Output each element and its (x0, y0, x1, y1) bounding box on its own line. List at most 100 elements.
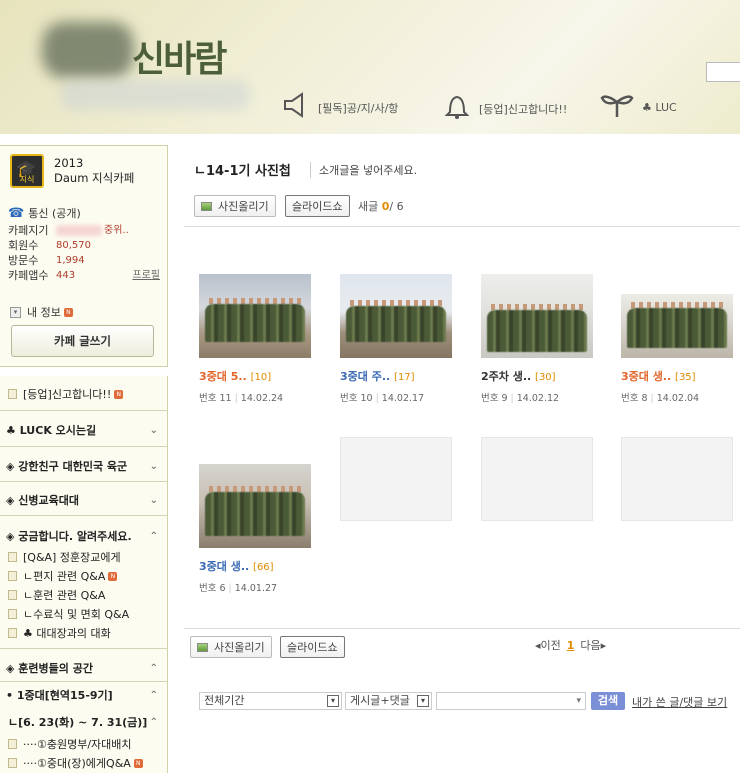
nav-luck-label: ♣ LUC (642, 101, 677, 114)
divider (0, 515, 168, 516)
sidebar-item-luck[interactable]: ♣ LUCK 오시는길 ⌄ (6, 422, 166, 438)
divider (0, 481, 168, 482)
divider (0, 648, 168, 649)
post-date: 14.01.27 (234, 583, 278, 594)
stat-key: 회원수 (8, 239, 39, 252)
phone-icon: ☎ (8, 206, 25, 221)
photo-title[interactable]: 3중대 생.. [35] (621, 368, 733, 384)
stat-value: 80,570 (56, 240, 91, 251)
post-number: 번호 11 (199, 393, 232, 404)
menu-label: ♣ LUCK 오시는길 (6, 424, 97, 437)
board-icon (8, 552, 17, 562)
new-total: / 6 (389, 200, 404, 213)
menu-label: ㄴ편지 관련 Q&A (23, 570, 106, 583)
period-select[interactable]: 전체기간 ▾ (199, 692, 342, 710)
stat-key: 카페앱수 (8, 269, 49, 282)
photo-title[interactable]: 3중대 주.. [17] (340, 368, 452, 384)
sidebar-item-ceremony-qa[interactable]: ㄴ수료식 및 면회 Q&A (8, 606, 176, 622)
dropdown-icon: ▾ (327, 695, 339, 707)
photo-thumbnail[interactable] (199, 464, 311, 548)
rank-label: 통신 (공개) (28, 207, 81, 220)
sidebar-item-company-qa[interactable]: ····①중대(장)에게Q&A N (8, 755, 176, 771)
menu-label: • 1중대[현역15-9기] (6, 689, 113, 702)
sidebar-item-training-battalion[interactable]: ◈ 신병교육대대 ⌄ (6, 492, 166, 508)
photo-card[interactable]: 3중대 주.. [17] 번호 10 | 14.02.17 (340, 274, 452, 404)
sidebar-item-register[interactable]: [등업]신고합니다!! N (8, 386, 176, 402)
menu-label: ㄴ수료식 및 면회 Q&A (23, 608, 130, 621)
photo-thumbnail[interactable] (199, 274, 311, 358)
board-icon (8, 389, 17, 399)
nav-luck[interactable]: ♣ LUC (600, 92, 677, 123)
slideshow-button[interactable]: 슬라이드쇼 (285, 195, 350, 217)
photo-title[interactable]: 2주차 생.. [30] (481, 368, 593, 384)
search-button[interactable]: 검색 (591, 692, 625, 710)
menu-label: [Q&A] 정훈장교에게 (23, 551, 121, 564)
sidebar-group-questions[interactable]: ◈ 궁금합니다. 알려주세요. ⌃ (6, 528, 166, 544)
nav-register[interactable]: [등업]신고합니다!! (443, 92, 567, 125)
photo-title[interactable]: 3중대 생.. [66] (199, 558, 311, 574)
new-label: 새글 (358, 200, 379, 213)
slideshow-button-bottom[interactable]: 슬라이드쇼 (280, 636, 345, 658)
stat-value[interactable]: 중위.. (104, 223, 129, 238)
upload-photo-button[interactable]: 사진올리기 (194, 195, 276, 217)
sidebar-item-commander-talk[interactable]: ♣ 대대장과의 대화 (8, 625, 176, 641)
photo-thumbnail[interactable] (481, 274, 593, 358)
next-page-link[interactable]: 다음▸ (580, 639, 606, 652)
photo-card[interactable]: 2주차 생.. [30] 번호 9 | 14.02.12 (481, 274, 593, 404)
my-info-toggle[interactable]: ▾ 내 정보 N (10, 304, 73, 320)
photo-card[interactable]: 3중대 생.. [35] 번호 8 | 14.02.04 (621, 294, 733, 404)
menu-label: ◈ 훈련병들의 공간 (6, 662, 93, 675)
prev-page-link[interactable]: ◂이전 (535, 639, 561, 652)
chevron-up-icon: ⌃ (149, 530, 158, 542)
board-icon (8, 609, 17, 619)
chevron-down-icon: ⌄ (149, 460, 158, 472)
post-number: 번호 6 (199, 583, 226, 594)
empty-thumbnail (340, 437, 452, 521)
header-search-input[interactable] (706, 62, 740, 82)
photo-card[interactable]: 3중대 생.. [66] 번호 6 | 14.01.27 (199, 464, 311, 594)
cafe-stats: ☎ 통신 (공개) 카페지기 중위.. 회원수 80,570 방문수 1,994 카페… (8, 206, 160, 283)
new-post-count: 새글 0/ 6 (358, 198, 404, 214)
empty-thumbnail (481, 437, 593, 521)
divider (184, 628, 740, 629)
sidebar-group-trainee-space[interactable]: ◈ 훈련병들의 공간 ⌃ (6, 660, 166, 676)
stat-key: 방문수 (8, 254, 39, 267)
sprout-icon (600, 92, 634, 123)
current-page[interactable]: 1 (567, 639, 575, 652)
sidebar-group-period[interactable]: ㄴ[6. 23(화) ~ 7. 31(금)] ⌃ (8, 714, 166, 730)
sidebar-group-company1[interactable]: • 1중대[현역15-9기] ⌃ (6, 687, 166, 703)
logo-reflection (60, 80, 250, 110)
sidebar-item-qa-officer[interactable]: [Q&A] 정훈장교에게 (8, 549, 176, 565)
photo-title[interactable]: 3중대 5.. [10] (199, 368, 311, 384)
chevron-down-icon: ⌄ (149, 494, 158, 506)
post-number: 번호 8 (621, 393, 648, 404)
photo-card[interactable]: 3중대 5.. [10] 번호 11 | 14.02.24 (199, 274, 311, 404)
cafe-write-button[interactable]: 카페 글쓰기 (11, 325, 154, 357)
sidebar-item-army[interactable]: ◈ 강한친구 대한민국 육군 ⌄ (6, 458, 166, 474)
my-posts-link[interactable]: 내가 쓴 글/댓글 보기 (632, 694, 727, 710)
sidebar-item-letter-qa[interactable]: ㄴ편지 관련 Q&A N (8, 568, 176, 584)
search-target-select[interactable]: 게시글+댓글 ▾ (345, 692, 432, 710)
title-text: 3중대 생.. (621, 370, 672, 383)
photo-thumbnail[interactable] (621, 294, 733, 358)
sidebar-item-roster[interactable]: ····①충원명부/자대배치 (8, 736, 176, 752)
post-date: 14.02.24 (240, 393, 284, 404)
search-query-input[interactable]: ▾ (436, 692, 586, 710)
my-info-label: 내 정보 (27, 306, 61, 319)
profile-link[interactable]: 프로필 (132, 268, 160, 283)
photo-thumbnail[interactable] (340, 274, 452, 358)
nav-notice[interactable]: [필독]공/지/사/항 (282, 92, 398, 123)
cafe-logo[interactable]: 신바람 (132, 30, 227, 82)
menu-label: ····①충원명부/자대배치 (23, 738, 132, 751)
cafe-header: 신바람 [필독]공/지/사/항 [등업]신고합니다!! ♣ LUC (0, 0, 740, 134)
nav-notice-label: [필독]공/지/사/항 (318, 101, 399, 115)
upload-photo-button-bottom[interactable]: 사진올리기 (190, 636, 272, 658)
chevron-up-icon: ⌃ (149, 689, 158, 701)
photo-meta: 번호 11 | 14.02.24 (199, 393, 284, 404)
menu-label: ◈ 강한친구 대한민국 육군 (6, 460, 128, 473)
blurred-manager-name (56, 225, 102, 236)
megaphone-icon (282, 92, 310, 123)
sidebar-item-training-qa[interactable]: ㄴ훈련 관련 Q&A (8, 587, 176, 603)
comment-count: [30] (535, 372, 556, 383)
picture-icon (201, 201, 212, 211)
